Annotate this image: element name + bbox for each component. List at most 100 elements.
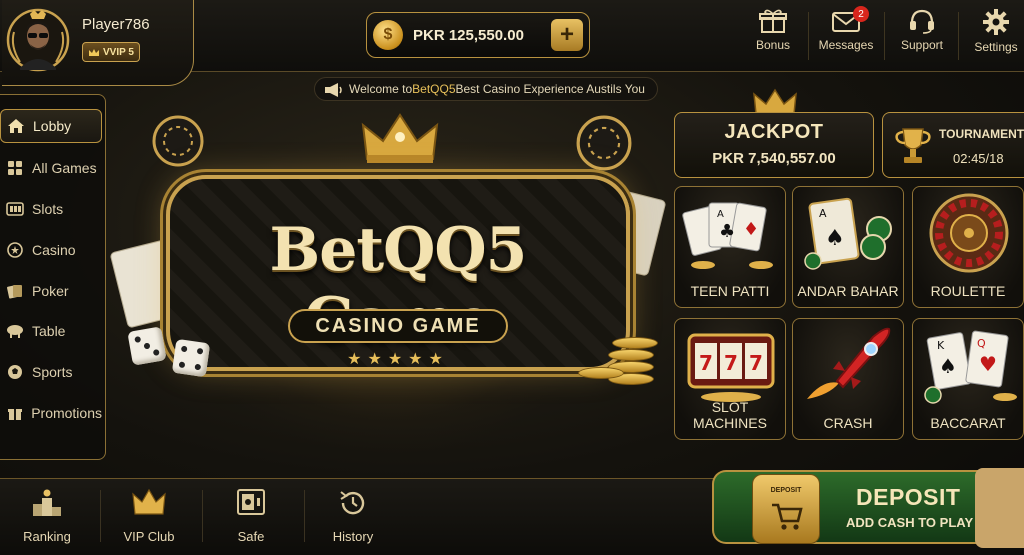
chip-icon xyxy=(6,241,24,259)
crown-icon xyxy=(132,488,166,515)
vip-club-button[interactable]: VIP Club xyxy=(106,488,192,544)
sidebar-item-casino[interactable]: Casino xyxy=(0,233,102,267)
sidebar-item-slots[interactable]: Slots xyxy=(0,192,102,226)
sidebar-item-poker[interactable]: Poker xyxy=(0,274,102,308)
coins-image xyxy=(608,349,654,361)
game-label: CRASH xyxy=(823,415,873,431)
sidebar-item-all-games[interactable]: All Games xyxy=(0,151,102,185)
headset-icon xyxy=(910,9,934,34)
sidebar-item-promotions[interactable]: Promotions xyxy=(0,396,102,430)
trophy-icon xyxy=(895,128,931,163)
sidebar-item-label: Table xyxy=(32,323,66,339)
game-label: BACCARAT xyxy=(930,415,1006,431)
poker-chip-icon xyxy=(152,115,204,167)
divider xyxy=(884,12,885,60)
banner-stars: ★★★★★ xyxy=(347,351,449,368)
svg-text:♦: ♦ xyxy=(743,219,759,240)
divider xyxy=(808,12,809,60)
table-icon xyxy=(6,322,24,340)
divider xyxy=(304,490,305,542)
game-tile-baccarat[interactable]: K ♠ Q ♥ BACCARAT xyxy=(912,318,1024,440)
divider xyxy=(100,490,101,542)
announcement-ticker: Welcome to BetQQ5 Best Casino Experience… xyxy=(314,77,658,101)
game-tile-crash[interactable]: CRASH xyxy=(792,318,904,440)
coins-image xyxy=(612,337,658,349)
safe-button[interactable]: Safe xyxy=(208,488,294,544)
grid-icon xyxy=(6,159,24,177)
tournament-timer: 02:45/18 xyxy=(953,151,1004,166)
gift-icon xyxy=(6,404,23,422)
divider xyxy=(958,12,959,60)
game-tile-andar-bahar[interactable]: A ♠ ANDAR BAHAR xyxy=(792,186,904,308)
coin-icon: $ xyxy=(373,20,403,50)
game-tile-teen-patti[interactable]: A ♣ ♦ TEEN PATTI xyxy=(674,186,786,308)
svg-text:♠: ♠ xyxy=(939,354,957,378)
game-tile-slot-machines[interactable]: 7 7 7 SLOT MACHINES xyxy=(674,318,786,440)
sidebar-item-lobby[interactable]: Lobby xyxy=(0,109,102,143)
divider xyxy=(202,490,203,542)
game-tile-roulette[interactable]: ROULETTE xyxy=(912,186,1024,308)
home-icon xyxy=(7,117,25,135)
sidebar-item-sports[interactable]: Sports xyxy=(0,355,102,389)
profile-card[interactable]: Player786 VVIP 5 xyxy=(2,0,194,86)
sidebar: Lobby All Games Slots Casino Poker Table… xyxy=(0,94,106,460)
ticker-brand: BetQQ5 xyxy=(412,82,456,96)
cart-badge: DEPOSIT xyxy=(752,474,820,544)
slot-icon xyxy=(6,200,24,218)
messages-button[interactable]: 2 Messages xyxy=(811,6,881,64)
svg-text:♣: ♣ xyxy=(719,221,735,242)
safe-icon xyxy=(237,489,265,515)
king-cards-icon: K ♠ Q ♥ xyxy=(924,330,1017,404)
bonus-button[interactable]: Bonus xyxy=(738,8,808,64)
svg-text:♠: ♠ xyxy=(825,226,845,251)
game-label: TEEN PATTI xyxy=(690,283,770,299)
support-button[interactable]: Support xyxy=(887,8,957,64)
jackpot-title: JACKPOT xyxy=(724,121,824,143)
dice-image xyxy=(171,338,211,378)
tournament-panel[interactable]: TOURNAMENT 02:45/18 xyxy=(882,112,1024,178)
cards-icon xyxy=(6,282,24,300)
crown-icon xyxy=(361,113,439,163)
settings-button[interactable]: Settings xyxy=(961,8,1024,64)
cart-icon xyxy=(772,503,803,530)
hero-banner[interactable]: BetQQ5 Game CASINO GAME ★★★★★ xyxy=(109,105,667,475)
sidebar-item-label: Casino xyxy=(32,242,76,258)
vip-level: VVIP 5 xyxy=(103,46,134,58)
sidebar-item-label: Slots xyxy=(32,201,64,217)
sidebar-item-label: Sports xyxy=(32,364,73,380)
roulette-wheel-icon xyxy=(929,193,1009,273)
history-button[interactable]: History xyxy=(310,488,396,544)
svg-text:K: K xyxy=(937,339,945,352)
sidebar-item-table[interactable]: Table xyxy=(0,314,102,348)
balance-amount: PKR 125,550.00 xyxy=(413,27,524,44)
sidebar-item-label: Promotions xyxy=(31,405,102,421)
sidebar-item-label: Poker xyxy=(32,283,69,299)
card-chips-icon: A ♠ xyxy=(804,197,892,270)
svg-text:Q: Q xyxy=(977,337,986,350)
vip-badge[interactable]: VVIP 5 xyxy=(82,42,140,62)
poker-chip-icon xyxy=(576,115,632,171)
ranking-button[interactable]: Ranking xyxy=(4,488,90,544)
cart-label: DEPOSIT xyxy=(770,487,802,494)
balance-display: $ PKR 125,550.00 + xyxy=(366,12,590,58)
deposit-subtitle: ADD CASH TO PLAY xyxy=(846,515,974,530)
podium-icon xyxy=(33,489,61,516)
game-label: ANDAR BAHAR xyxy=(797,283,899,299)
add-funds-button[interactable]: + xyxy=(551,19,583,51)
ticker-suffix: Best Casino Experience Austils You xyxy=(455,82,645,96)
svg-text:7: 7 xyxy=(724,351,738,375)
bonus-label: Bonus xyxy=(755,38,791,52)
banner-plaque: BetQQ5 Game CASINO GAME ★★★★★ xyxy=(166,175,630,371)
history-label: History xyxy=(332,529,374,544)
deposit-title: DEPOSIT xyxy=(856,484,961,510)
ranking-label: Ranking xyxy=(23,529,71,544)
jackpot-amount: PKR 7,540,557.00 xyxy=(712,150,836,167)
jackpot-panel[interactable]: JACKPOT PKR 7,540,557.00 xyxy=(674,112,874,178)
player-name: Player786 xyxy=(82,16,150,33)
settings-label: Settings xyxy=(974,40,1018,54)
slot-machine-icon: 7 7 7 xyxy=(687,333,775,402)
svg-text:♥: ♥ xyxy=(979,352,997,376)
side-panel-tab[interactable] xyxy=(975,468,1024,548)
ball-icon xyxy=(6,363,24,381)
avatar[interactable] xyxy=(6,6,70,78)
